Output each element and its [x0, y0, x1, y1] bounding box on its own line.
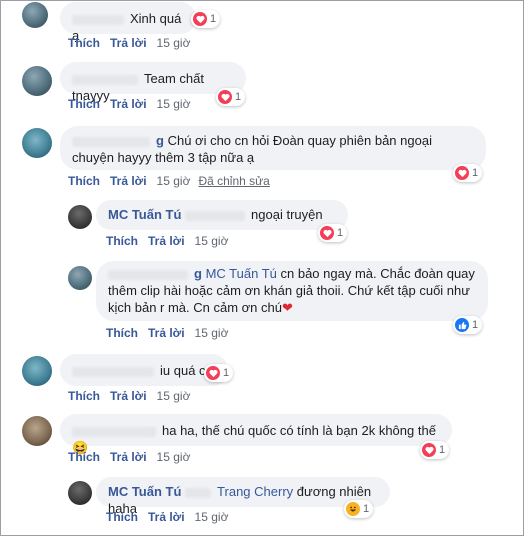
reaction-number: 1 — [363, 503, 370, 515]
reply-button[interactable]: Trả lời — [148, 510, 185, 524]
reply-button[interactable]: Trả lời — [110, 389, 147, 403]
haha-icon — [346, 502, 360, 516]
reaction-number: 1 — [439, 444, 446, 456]
tagged-user[interactable]: Trang Cherry — [217, 484, 293, 499]
comment-bubble: Team chất tnayyy — [60, 62, 246, 103]
redacted-name — [108, 269, 188, 280]
reply-button[interactable]: Trả lời — [110, 97, 147, 111]
avatar[interactable] — [68, 481, 92, 505]
commenter-name[interactable]: MC Tuấn Tú — [108, 207, 181, 222]
redacted-name — [185, 210, 246, 221]
reaction-count[interactable]: 1 — [216, 88, 246, 106]
reaction-number: 1 — [223, 367, 230, 379]
avatar[interactable] — [22, 2, 48, 28]
redacted-name — [72, 426, 156, 437]
reaction-number: 1 — [472, 319, 479, 331]
reply-button[interactable]: Trả lời — [110, 450, 147, 464]
reaction-count[interactable]: 1 — [204, 364, 234, 382]
comment-bubble: g Chú ơi cho cn hỏi Đoàn quay phiên bản … — [60, 126, 486, 170]
like-button[interactable]: Thích — [68, 97, 100, 111]
comment-actions: Thích Trả lời 15 giờ — [106, 234, 228, 248]
avatar[interactable] — [22, 356, 52, 386]
redacted-name — [72, 14, 124, 25]
heart-icon — [320, 226, 334, 240]
heart-icon — [422, 443, 436, 457]
heart-icon — [455, 166, 469, 180]
timestamp[interactable]: 15 giờ — [157, 97, 191, 111]
comment-bubble: ha ha, thế chú quốc có tính là bạn 2k kh… — [60, 414, 452, 455]
reply-button[interactable]: Trả lời — [148, 326, 185, 340]
reaction-count[interactable]: 1 — [453, 316, 483, 334]
avatar[interactable] — [68, 266, 92, 290]
heart-icon — [206, 366, 220, 380]
like-button[interactable]: Thích — [106, 234, 138, 248]
commenter-name[interactable]: MC Tuấn Tú — [108, 484, 181, 499]
timestamp[interactable]: 15 giờ — [157, 389, 191, 403]
like-button[interactable]: Thích — [68, 450, 100, 464]
reaction-count[interactable]: 1 — [191, 10, 221, 28]
timestamp[interactable]: 15 giờ — [195, 326, 229, 340]
timestamp[interactable]: 15 giờ — [157, 450, 191, 464]
avatar[interactable] — [22, 128, 52, 158]
reaction-count[interactable]: 1 — [344, 500, 374, 518]
heart-icon — [193, 12, 207, 26]
reply-bubble: MC Tuấn Tú ngoại truyện — [96, 200, 348, 230]
reaction-number: 1 — [472, 167, 479, 179]
like-button[interactable]: Thích — [68, 174, 100, 188]
avatar[interactable] — [22, 416, 52, 446]
reaction-number: 1 — [210, 13, 217, 25]
comment-actions: Thích Trả lời 15 giờ — [106, 510, 228, 524]
redacted-name — [185, 487, 212, 498]
timestamp[interactable]: 15 giờ — [157, 36, 191, 50]
comment-actions: Thích Trả lời 15 giờ Đã chỉnh sửa — [68, 174, 270, 188]
redacted-name — [72, 74, 138, 85]
comment-actions: Thích Trả lời 15 giờ — [68, 450, 190, 464]
reaction-count[interactable]: 1 — [453, 164, 483, 182]
comment-bubble: iu quá cơ — [60, 354, 228, 386]
reply-button[interactable]: Trả lời — [110, 36, 147, 50]
reaction-number: 1 — [337, 227, 344, 239]
like-button[interactable]: Thích — [106, 510, 138, 524]
edited-link[interactable]: Đã chỉnh sửa — [198, 174, 269, 188]
comment-actions: Thích Trả lời 15 giờ — [106, 326, 228, 340]
timestamp[interactable]: 15 giờ — [195, 234, 229, 248]
heart-icon — [218, 90, 232, 104]
like-icon — [455, 318, 469, 332]
tagged-user[interactable]: MC Tuấn Tú — [206, 266, 277, 281]
comment-text: ngoại truyện — [251, 207, 323, 222]
avatar[interactable] — [68, 205, 92, 229]
avatar[interactable] — [22, 66, 52, 96]
reply-button[interactable]: Trả lời — [148, 234, 185, 248]
like-button[interactable]: Thích — [68, 389, 100, 403]
comment-text: ha ha, thế chú quốc có tính là bạn 2k kh… — [162, 423, 436, 438]
redacted-name — [72, 136, 150, 147]
comment-actions: Thích Trả lời 15 giờ — [68, 97, 190, 111]
commenter-name-suffix[interactable]: g — [194, 266, 202, 281]
redacted-name — [72, 366, 154, 377]
comment-bubble: Xinh quá ạ — [60, 2, 196, 43]
reaction-number: 1 — [235, 91, 242, 103]
timestamp[interactable]: 15 giờ — [195, 510, 229, 524]
heart-emoji: ❤ — [281, 300, 293, 315]
reply-bubble: g MC Tuấn Tú cn bảo ngay mà. Chắc đoàn q… — [96, 261, 488, 321]
comment-actions: Thích Trả lời 15 giờ — [68, 36, 190, 50]
like-button[interactable]: Thích — [68, 36, 100, 50]
comment-actions: Thích Trả lời 15 giờ — [68, 389, 190, 403]
like-button[interactable]: Thích — [106, 326, 138, 340]
reply-button[interactable]: Trả lời — [110, 174, 147, 188]
reaction-count[interactable]: 1 — [420, 441, 450, 459]
commenter-name-suffix[interactable]: g — [156, 133, 164, 148]
timestamp[interactable]: 15 giờ — [157, 174, 191, 188]
reaction-count[interactable]: 1 — [318, 224, 348, 242]
